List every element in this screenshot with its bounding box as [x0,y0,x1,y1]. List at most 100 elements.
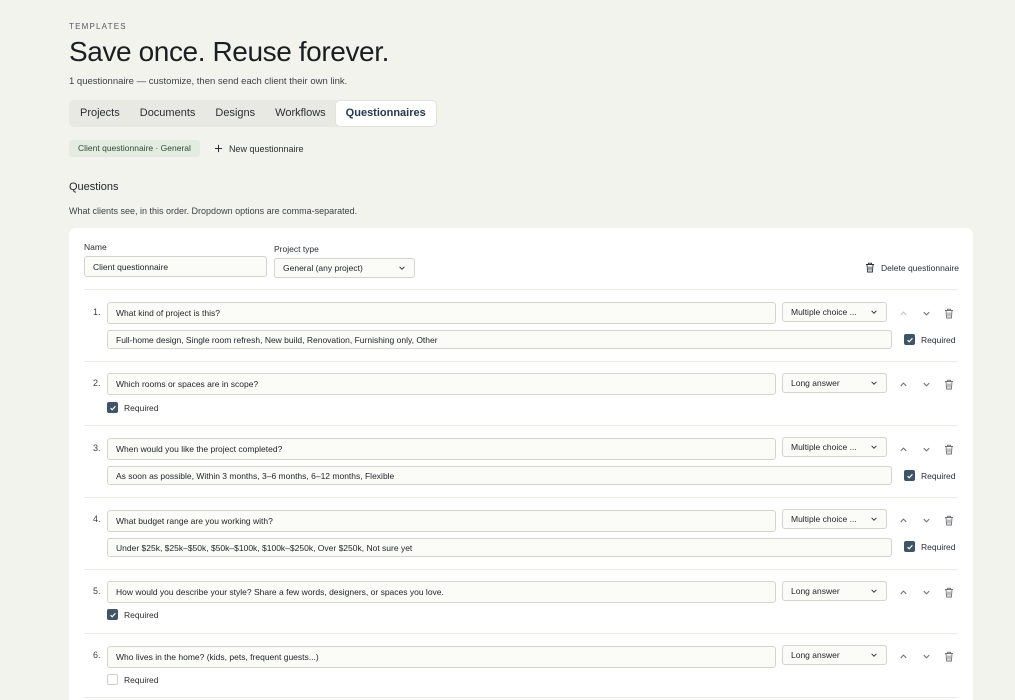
required-toggle[interactable]: Required [904,334,956,345]
delete-question-button[interactable] [943,586,955,598]
delete-question-button[interactable] [943,514,955,526]
chevron-down-icon [871,445,877,449]
required-label: Required [921,470,956,481]
tab-questionnaires[interactable]: Questionnaires [335,101,436,126]
question-input[interactable]: What kind of project is this? [107,302,776,324]
move-up-button[interactable] [897,307,909,319]
required-label: Required [921,541,956,552]
question-number: 6. [93,650,101,660]
tab-designs[interactable]: Designs [205,101,265,126]
questionnaire-chips: Client questionnaire · General New quest… [69,140,303,157]
page-subtitle: 1 questionnaire — customize, then send e… [69,76,348,87]
plus-icon [214,144,223,153]
divider [84,425,958,426]
required-checkbox [904,470,915,481]
questionnaire-card: Name Client questionnaire Project type G… [69,228,973,700]
question-number: 3. [93,443,101,453]
move-up-button[interactable] [897,443,909,455]
name-input[interactable]: Client questionnaire [84,256,267,277]
trash-icon [945,379,953,389]
options-input[interactable]: Under $25k, $25k–$50k, $50k–$100k, $100k… [107,538,892,557]
project-type-value: General (any project) [283,263,363,273]
move-down-button[interactable] [920,378,932,390]
divider [84,569,958,570]
question-type-value: Multiple choice ... [791,442,857,452]
required-toggle[interactable]: Required [904,470,956,481]
required-toggle[interactable]: Required [107,609,159,620]
required-toggle[interactable]: Required [904,541,956,552]
tab-documents[interactable]: Documents [130,101,206,126]
chevron-up-icon [899,517,907,522]
section-description: What clients see, in this order. Dropdow… [69,206,358,216]
move-down-button[interactable] [920,586,932,598]
move-down-button[interactable] [920,443,932,455]
chevron-down-icon [871,653,877,657]
delete-questionnaire-button[interactable]: Delete questionnaire [865,262,959,273]
new-questionnaire-button[interactable]: New questionnaire [214,144,303,154]
options-input[interactable]: As soon as possible, Within 3 months, 3–… [107,466,892,485]
page-title: Save once. Reuse forever. [69,36,389,67]
chevron-down-icon [922,654,930,659]
divider [84,289,958,290]
question-type-select[interactable]: Long answer [782,645,887,665]
required-toggle[interactable]: Required [107,674,159,685]
trash-icon [866,262,875,273]
question-type-select[interactable]: Multiple choice ... [782,437,887,457]
question-input[interactable]: What budget range are you working with? [107,510,776,532]
project-type-label: Project type [274,244,319,254]
divider [84,697,958,698]
move-up-button[interactable] [897,514,909,526]
chevron-down-icon [922,518,930,523]
trash-icon [945,587,953,597]
question-input[interactable]: How would you describe your style? Share… [107,581,776,603]
tab-bar: Projects Documents Designs Workflows Que… [69,100,437,127]
move-down-button[interactable] [920,307,932,319]
question-input[interactable]: Which rooms or spaces are in scope? [107,373,776,395]
required-checkbox [904,334,915,345]
tab-workflows[interactable]: Workflows [265,101,336,126]
delete-question-button[interactable] [943,443,955,455]
required-checkbox [107,674,118,685]
move-down-button[interactable] [920,514,932,526]
check-icon [906,544,913,550]
divider [84,497,958,498]
trash-icon [945,515,953,525]
question-type-select[interactable]: Multiple choice ... [782,302,887,322]
trash-icon [945,651,953,661]
question-number: 2. [93,378,101,388]
question-input[interactable]: Who lives in the home? (kids, pets, freq… [107,646,776,668]
chevron-down-icon [922,447,930,452]
move-up-button[interactable] [897,378,909,390]
required-checkbox [904,541,915,552]
chevron-down-icon [399,266,405,270]
question-type-select[interactable]: Long answer [782,581,887,601]
tab-projects[interactable]: Projects [70,101,130,126]
question-type-value: Multiple choice ... [791,514,857,524]
divider [84,633,958,634]
chevron-up-icon [899,381,907,386]
question-type-value: Long answer [791,378,840,388]
options-input[interactable]: Full-home design, Single room refresh, N… [107,330,892,349]
chevron-up-icon [899,446,907,451]
move-up-button[interactable] [897,586,909,598]
required-label: Required [124,609,159,620]
chevron-down-icon [871,589,877,593]
move-up-button[interactable] [897,650,909,662]
questionnaire-chip-selected[interactable]: Client questionnaire · General [69,140,200,157]
delete-question-button[interactable] [943,650,955,662]
question-type-select[interactable]: Multiple choice ... [782,509,887,529]
question-input[interactable]: When would you like the project complete… [107,438,776,460]
delete-question-button[interactable] [943,378,955,390]
project-type-select[interactable]: General (any project) [274,258,415,278]
required-label: Required [921,334,956,345]
check-icon [906,473,913,479]
delete-question-button[interactable] [943,307,955,319]
check-icon [906,337,913,343]
page-eyebrow: TEMPLATES [69,22,127,31]
chevron-down-icon [871,381,877,385]
question-type-select[interactable]: Long answer [782,373,887,393]
trash-icon [945,444,953,454]
trash-icon [945,308,953,318]
required-toggle[interactable]: Required [107,402,159,413]
move-down-button[interactable] [920,650,932,662]
